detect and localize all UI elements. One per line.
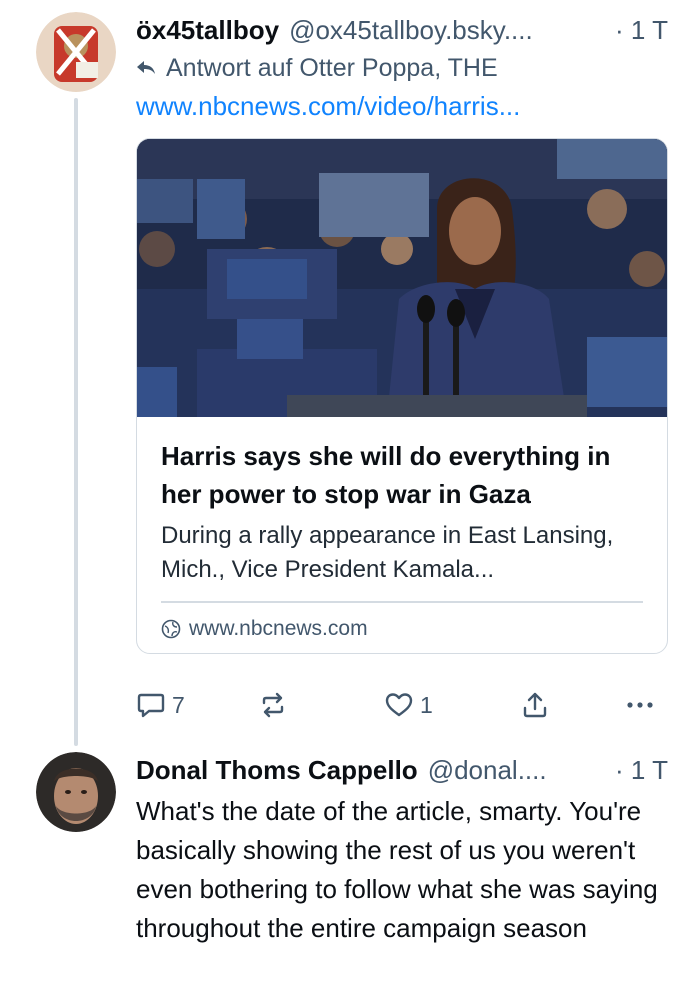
- avatar-ox45tallboy[interactable]: [36, 12, 116, 92]
- post-actions: 7 1: [136, 680, 658, 730]
- author-name[interactable]: Donal Thoms Cappello: [136, 755, 418, 786]
- like-count: 1: [420, 691, 433, 718]
- card-image: [137, 139, 667, 417]
- share-icon: [523, 692, 547, 718]
- author-handle[interactable]: @ox45tallboy.bsky....: [289, 15, 607, 46]
- post-header: Donal Thoms Cappello @donal.... · 1 T: [136, 750, 668, 790]
- card-description: During a rally appearance in East Lansin…: [161, 522, 614, 583]
- repost-button[interactable]: [258, 690, 288, 720]
- avatar-donal[interactable]: [36, 752, 116, 832]
- card-domain: www.nbcnews.com: [161, 603, 643, 654]
- thread-line: [74, 98, 78, 746]
- repost-icon: [262, 692, 284, 718]
- share-button[interactable]: [520, 690, 550, 720]
- card-title: Harris says she will do everything in he…: [161, 441, 611, 509]
- reply-arrow-icon: [137, 61, 155, 74]
- reply-count: 7: [172, 691, 185, 718]
- post-link[interactable]: www.nbcnews.com/video/harris...: [136, 86, 668, 126]
- author-name[interactable]: öx45tallboy: [136, 15, 279, 46]
- post-ox45tallboy: öx45tallboy @ox45tallboy.bsky.... · 1 T …: [0, 0, 698, 746]
- heart-icon: [385, 693, 413, 717]
- reply-button[interactable]: 7: [136, 690, 185, 720]
- post-text: What's the date of the article, smarty. …: [136, 796, 658, 943]
- post-time[interactable]: · 1 T: [615, 15, 668, 46]
- more-options-button[interactable]: [624, 690, 656, 720]
- reply-context[interactable]: Antwort auf Otter Poppa, THE: [136, 50, 668, 86]
- globe-icon: [161, 619, 181, 638]
- like-button[interactable]: 1: [384, 690, 433, 720]
- comment-icon: [137, 693, 165, 718]
- link-card[interactable]: Harris says she will do everything in he…: [136, 138, 668, 654]
- post-header: öx45tallboy @ox45tallboy.bsky.... · 1 T: [136, 10, 668, 50]
- post-donal: Donal Thoms Cappello @donal.... · 1 T Wh…: [0, 740, 698, 1000]
- author-handle[interactable]: @donal....: [428, 755, 607, 786]
- more-icon: [627, 702, 653, 708]
- post-time[interactable]: · 1 T: [615, 755, 668, 786]
- card-domain-text: www.nbcnews.com: [189, 616, 368, 640]
- reply-to-label: Antwort auf Otter Poppa, THE: [166, 53, 498, 82]
